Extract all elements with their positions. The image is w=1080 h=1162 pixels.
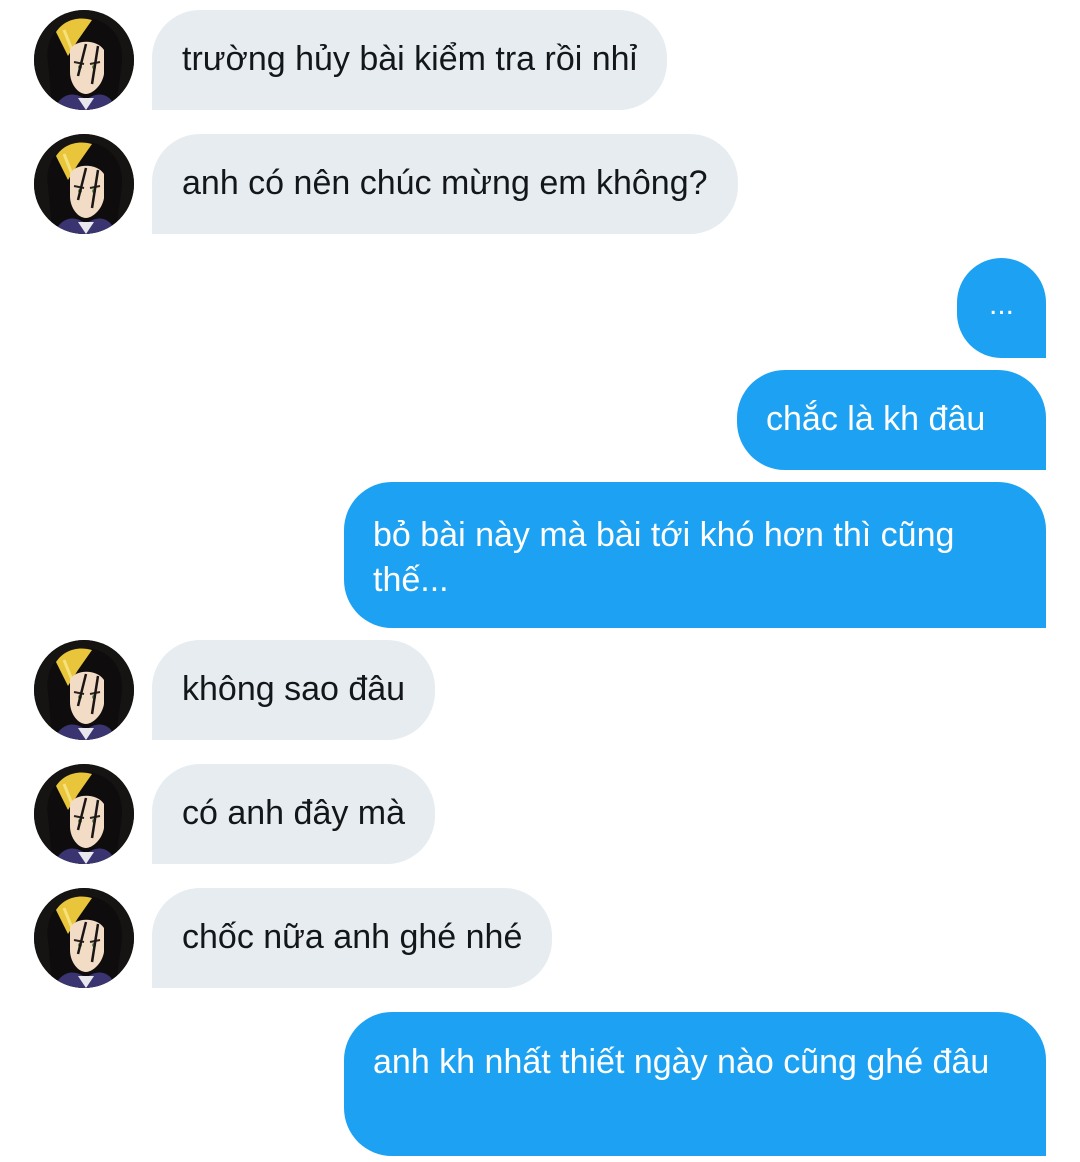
message-bubble[interactable]: anh có nên chúc mừng em không? [152, 134, 738, 234]
avatar[interactable] [34, 888, 134, 988]
avatar[interactable] [34, 134, 134, 234]
avatar[interactable] [34, 640, 134, 740]
message-bubble[interactable]: bỏ bài này mà bài tới khó hơn thì cũng t… [344, 482, 1046, 628]
message-bubble[interactable]: không sao đâu [152, 640, 436, 740]
message-bubble[interactable]: chốc nữa anh ghé nhé [152, 888, 553, 988]
message-bubble[interactable]: anh kh nhất thiết ngày nào cũng ghé đâu [344, 1012, 1046, 1156]
avatar[interactable] [34, 10, 134, 110]
avatar-icon [34, 764, 134, 864]
message-bubble[interactable]: ... [957, 258, 1046, 358]
avatar-icon [34, 888, 134, 988]
message-bubble[interactable]: có anh đây mà [152, 764, 436, 864]
message-thread: trường hủy bài kiểm tra rồi nhỉ anh có n… [0, 0, 1080, 1162]
avatar-icon [34, 10, 134, 110]
message-bubble[interactable]: trường hủy bài kiểm tra rồi nhỉ [152, 10, 668, 110]
avatar-icon [34, 134, 134, 234]
avatar[interactable] [34, 764, 134, 864]
message-bubble[interactable]: chắc là kh đâu [737, 370, 1046, 470]
avatar-icon [34, 640, 134, 740]
